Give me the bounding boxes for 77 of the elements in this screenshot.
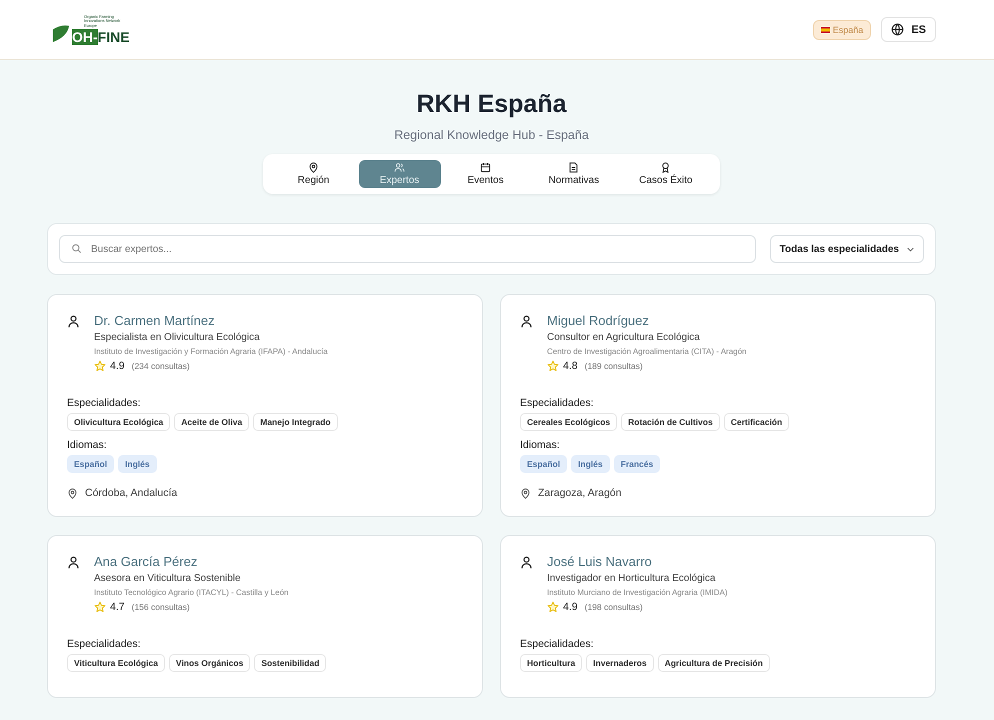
expert-role: Consultor en Agricultura Ecológica	[547, 332, 701, 343]
star-icon	[547, 360, 559, 372]
document-icon	[568, 162, 580, 173]
region-badge: España	[812, 20, 872, 40]
flag-icon	[820, 26, 830, 32]
map-pin-icon	[308, 162, 320, 173]
chevron-down-icon	[907, 246, 914, 252]
map-pin-icon	[67, 488, 78, 498]
expert-name[interactable]: Ana García Pérez	[94, 554, 288, 569]
language-button[interactable]: ES	[881, 17, 936, 42]
tab[interactable]: Normativas	[530, 160, 618, 188]
languages-label: Idiomas:	[520, 439, 561, 451]
specialty-tag: Aceite de Oliva	[174, 413, 250, 431]
rating-value: 4.9	[563, 601, 578, 613]
expert-role: Asesora en Viticultura Sostenible	[94, 573, 242, 584]
consultation-count: (234 consultas)	[132, 361, 190, 371]
leaf-logo-icon	[52, 24, 70, 44]
specialties-label: Especialidades:	[67, 397, 142, 409]
language-tag: Inglés	[118, 455, 157, 473]
rating-value: 4.9	[110, 360, 125, 372]
tab[interactable]: Casos Éxito	[621, 160, 710, 188]
expert-role: Investigador en Horticultura Ecológica	[547, 573, 716, 584]
person-icon	[520, 315, 533, 328]
specialties-label: Especialidades:	[67, 638, 142, 650]
person-icon	[67, 556, 80, 569]
award-icon	[660, 162, 672, 173]
logo-mark: OH-	[72, 29, 98, 46]
specialty-tag: Manejo Integrado	[253, 413, 338, 431]
specialty-tag: Certificación	[724, 413, 790, 431]
language-tag: Francés	[614, 455, 660, 473]
expert-name[interactable]: José Luis Navarro	[547, 554, 728, 569]
page-subtitle: Regional Knowledge Hub - España	[394, 128, 589, 142]
specialty-tag: Horticultura	[520, 654, 582, 672]
specialties-label: Especialidades:	[520, 638, 595, 650]
expert-institution: Instituto de Investigación y Formación Agraria (IFAPA) - Andalucía	[94, 347, 328, 356]
specialty-tag: Olivicultura Ecológica	[67, 413, 170, 431]
expert-institution: Instituto Murciano de Investigación Agraria (IMIDA)	[547, 588, 728, 597]
specialty-tag: Agricultura de Precisión	[658, 654, 770, 672]
expert-institution: Centro de Investigación Agroalimentaria (CITA) - Aragón	[547, 347, 747, 356]
expert-location: Córdoba, Andalucía	[85, 487, 178, 499]
logo-name: FINE	[98, 29, 130, 46]
specialty-tag: Cereales Ecológicos	[520, 413, 618, 431]
map-pin-icon	[520, 488, 531, 498]
language-tag: Español	[520, 455, 568, 473]
tab[interactable]: Región	[272, 160, 355, 188]
consultation-count: (189 consultas)	[584, 361, 643, 371]
page-title: RKH España	[416, 90, 567, 119]
expert-name[interactable]: Dr. Carmen Martínez	[94, 313, 328, 328]
expert-institution: Instituto Tecnológico Agrario (ITACYL) - Castilla y León	[94, 588, 288, 597]
expert-role: Especialista en Olivicultura Ecológica	[94, 332, 261, 343]
rating-value: 4.8	[563, 360, 578, 372]
specialties-label: Especialidades:	[520, 397, 595, 409]
specialty-tag: Vinos Orgánicos	[168, 654, 250, 672]
language-tag: Inglés	[571, 455, 610, 473]
star-icon	[94, 360, 106, 372]
specialty-tag: Viticultura Ecológica	[67, 654, 165, 672]
person-icon	[67, 315, 80, 328]
globe-icon	[891, 23, 904, 36]
search-field[interactable]: Buscar expertos...	[59, 235, 756, 263]
specialty-tag: Invernaderos	[586, 654, 654, 672]
star-icon	[547, 601, 559, 613]
specialty-tag: Rotación de Cultivos	[621, 413, 720, 431]
tab[interactable]: Eventos	[444, 160, 527, 188]
expert-location: Zaragoza, Aragón	[538, 487, 622, 499]
languages-label: Idiomas:	[67, 439, 108, 451]
person-icon	[520, 556, 533, 569]
users-icon	[394, 162, 406, 173]
consultation-count: (198 consultas)	[584, 602, 643, 612]
search-icon	[71, 243, 82, 254]
star-icon	[94, 601, 106, 613]
specialty-tag: Sostenibilidad	[254, 654, 326, 672]
calendar-icon	[480, 162, 492, 173]
language-tag: Español	[67, 455, 114, 473]
consultation-count: (156 consultas)	[132, 602, 190, 612]
specialty-dropdown[interactable]: Todas las especialidades	[770, 235, 924, 263]
expert-name[interactable]: Miguel Rodríguez	[547, 313, 747, 328]
rating-value: 4.7	[110, 601, 125, 613]
